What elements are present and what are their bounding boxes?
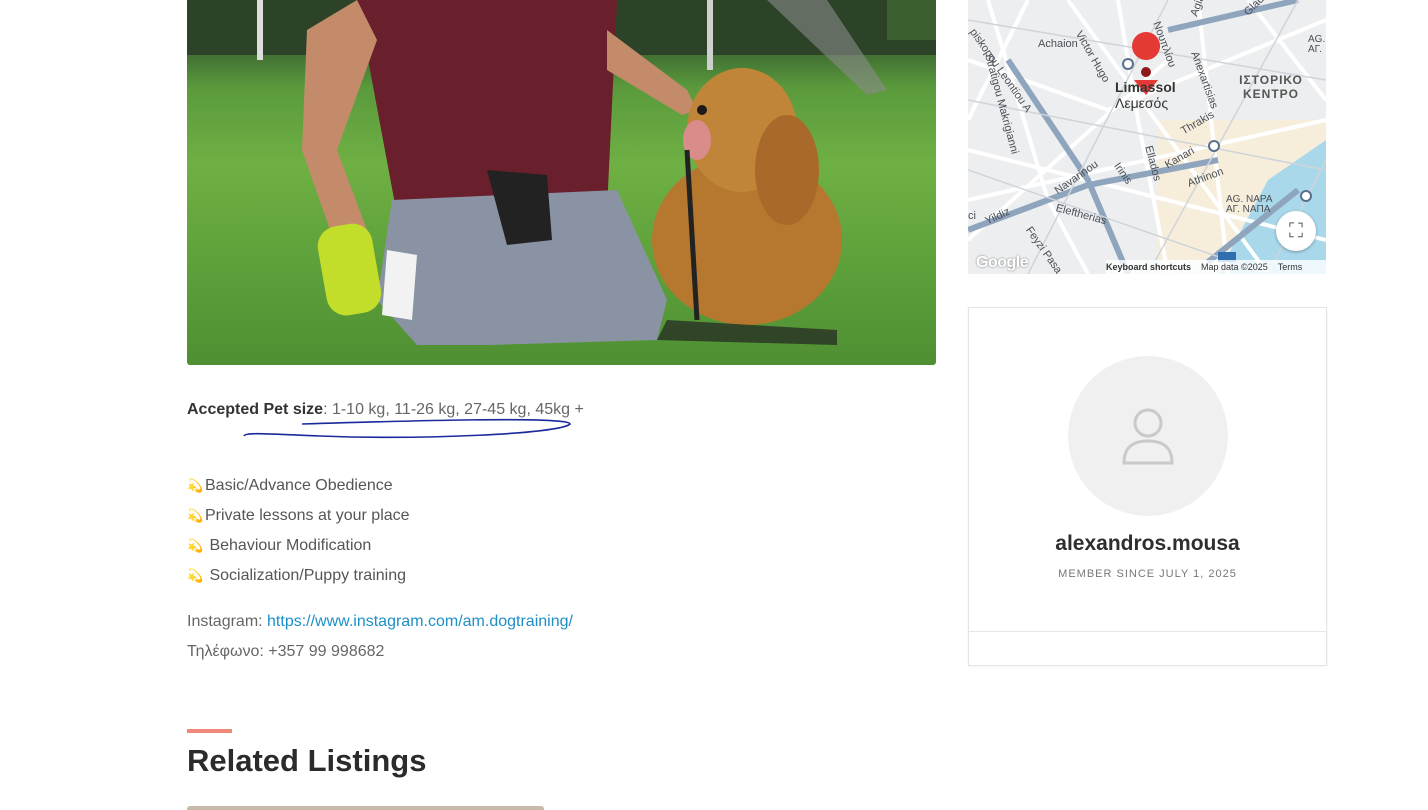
related-listing-card[interactable] xyxy=(187,806,544,810)
card-divider xyxy=(969,631,1326,632)
fullscreen-button[interactable]: ⛶ xyxy=(1276,211,1316,251)
sparkle-star-icon: 💫 xyxy=(187,568,204,583)
map-city-local-label: Λεμεσός xyxy=(1115,95,1169,111)
map-district-label: ΙΣΤΟΡΙΚΟ ΚΕΝΤΡΟ xyxy=(1239,73,1303,101)
list-item: 💫 Behaviour Modification xyxy=(187,531,410,561)
instagram-link[interactable]: https://www.instagram.com/am.dogtraining… xyxy=(267,613,573,630)
avatar[interactable] xyxy=(1068,356,1228,516)
sparkle-star-icon: 💫 xyxy=(187,478,204,493)
google-logo: Google xyxy=(976,254,1029,271)
author-card: alexandros.mousa MEMBER SINCE JULY 1, 20… xyxy=(968,307,1327,666)
map-footer: Keyboard shortcuts Map data ©2025 Terms xyxy=(1106,260,1326,274)
feature-text: Socialization/Puppy training xyxy=(205,567,407,584)
map-label: ΑΓ. ΝΑΠΑ xyxy=(1226,204,1271,215)
map-streets xyxy=(968,0,1326,274)
map-label: ΑΓ. xyxy=(1308,44,1322,55)
feature-text: Basic/Advance Obedience xyxy=(205,477,393,494)
list-item: 💫 Private lessons at your place xyxy=(187,501,410,531)
map-label: Achaion xyxy=(1038,38,1078,50)
phone-line: Τηλέφωνο: +357 99 998682 xyxy=(187,643,385,660)
sparkle-star-icon: 💫 xyxy=(187,508,204,523)
map-data-attribution: Map data ©2025 xyxy=(1201,262,1268,272)
listing-photo[interactable] xyxy=(187,0,936,365)
list-item: 💫 Basic/Advance Obedience xyxy=(187,471,410,501)
pet-size-label: Accepted Pet size xyxy=(187,401,324,418)
fullscreen-icon: ⛶ xyxy=(1289,219,1303,242)
listing-photo-illustration xyxy=(187,0,936,345)
map-label: ci xyxy=(968,210,976,222)
section-accent-bar xyxy=(187,729,232,733)
keyboard-shortcuts-link[interactable]: Keyboard shortcuts xyxy=(1106,262,1191,272)
user-placeholder-icon xyxy=(1122,408,1174,465)
feature-list: 💫 Basic/Advance Obedience 💫 Private lesson… xyxy=(187,471,410,591)
map-city-label: Limassol xyxy=(1115,79,1176,95)
list-item: 💫 Socialization/Puppy training xyxy=(187,561,410,591)
instagram-label: Instagram: xyxy=(187,613,268,630)
related-listings-heading: Related Listings xyxy=(187,743,427,778)
feature-text: Behaviour Modification xyxy=(205,537,372,554)
author-username[interactable]: alexandros.mousa xyxy=(969,532,1326,556)
terms-link[interactable]: Terms xyxy=(1278,262,1303,272)
instagram-line: Instagram: https://www.instagram.com/am.… xyxy=(187,607,573,637)
sparkle-star-icon: 💫 xyxy=(187,538,204,553)
pen-annotation-underline xyxy=(243,418,571,439)
feature-text: Private lessons at your place xyxy=(205,507,410,524)
member-since: MEMBER SINCE JULY 1, 2025 xyxy=(1058,568,1237,580)
contact-info: Instagram: https://www.instagram.com/am.… xyxy=(187,607,573,667)
location-map[interactable]: Achaion Victor Hugo Nουπλίου Agia Glad I… xyxy=(968,0,1326,274)
pet-size-values: : 1-10 kg, 11-26 kg, 27-45 kg, 45kg + xyxy=(323,401,584,418)
